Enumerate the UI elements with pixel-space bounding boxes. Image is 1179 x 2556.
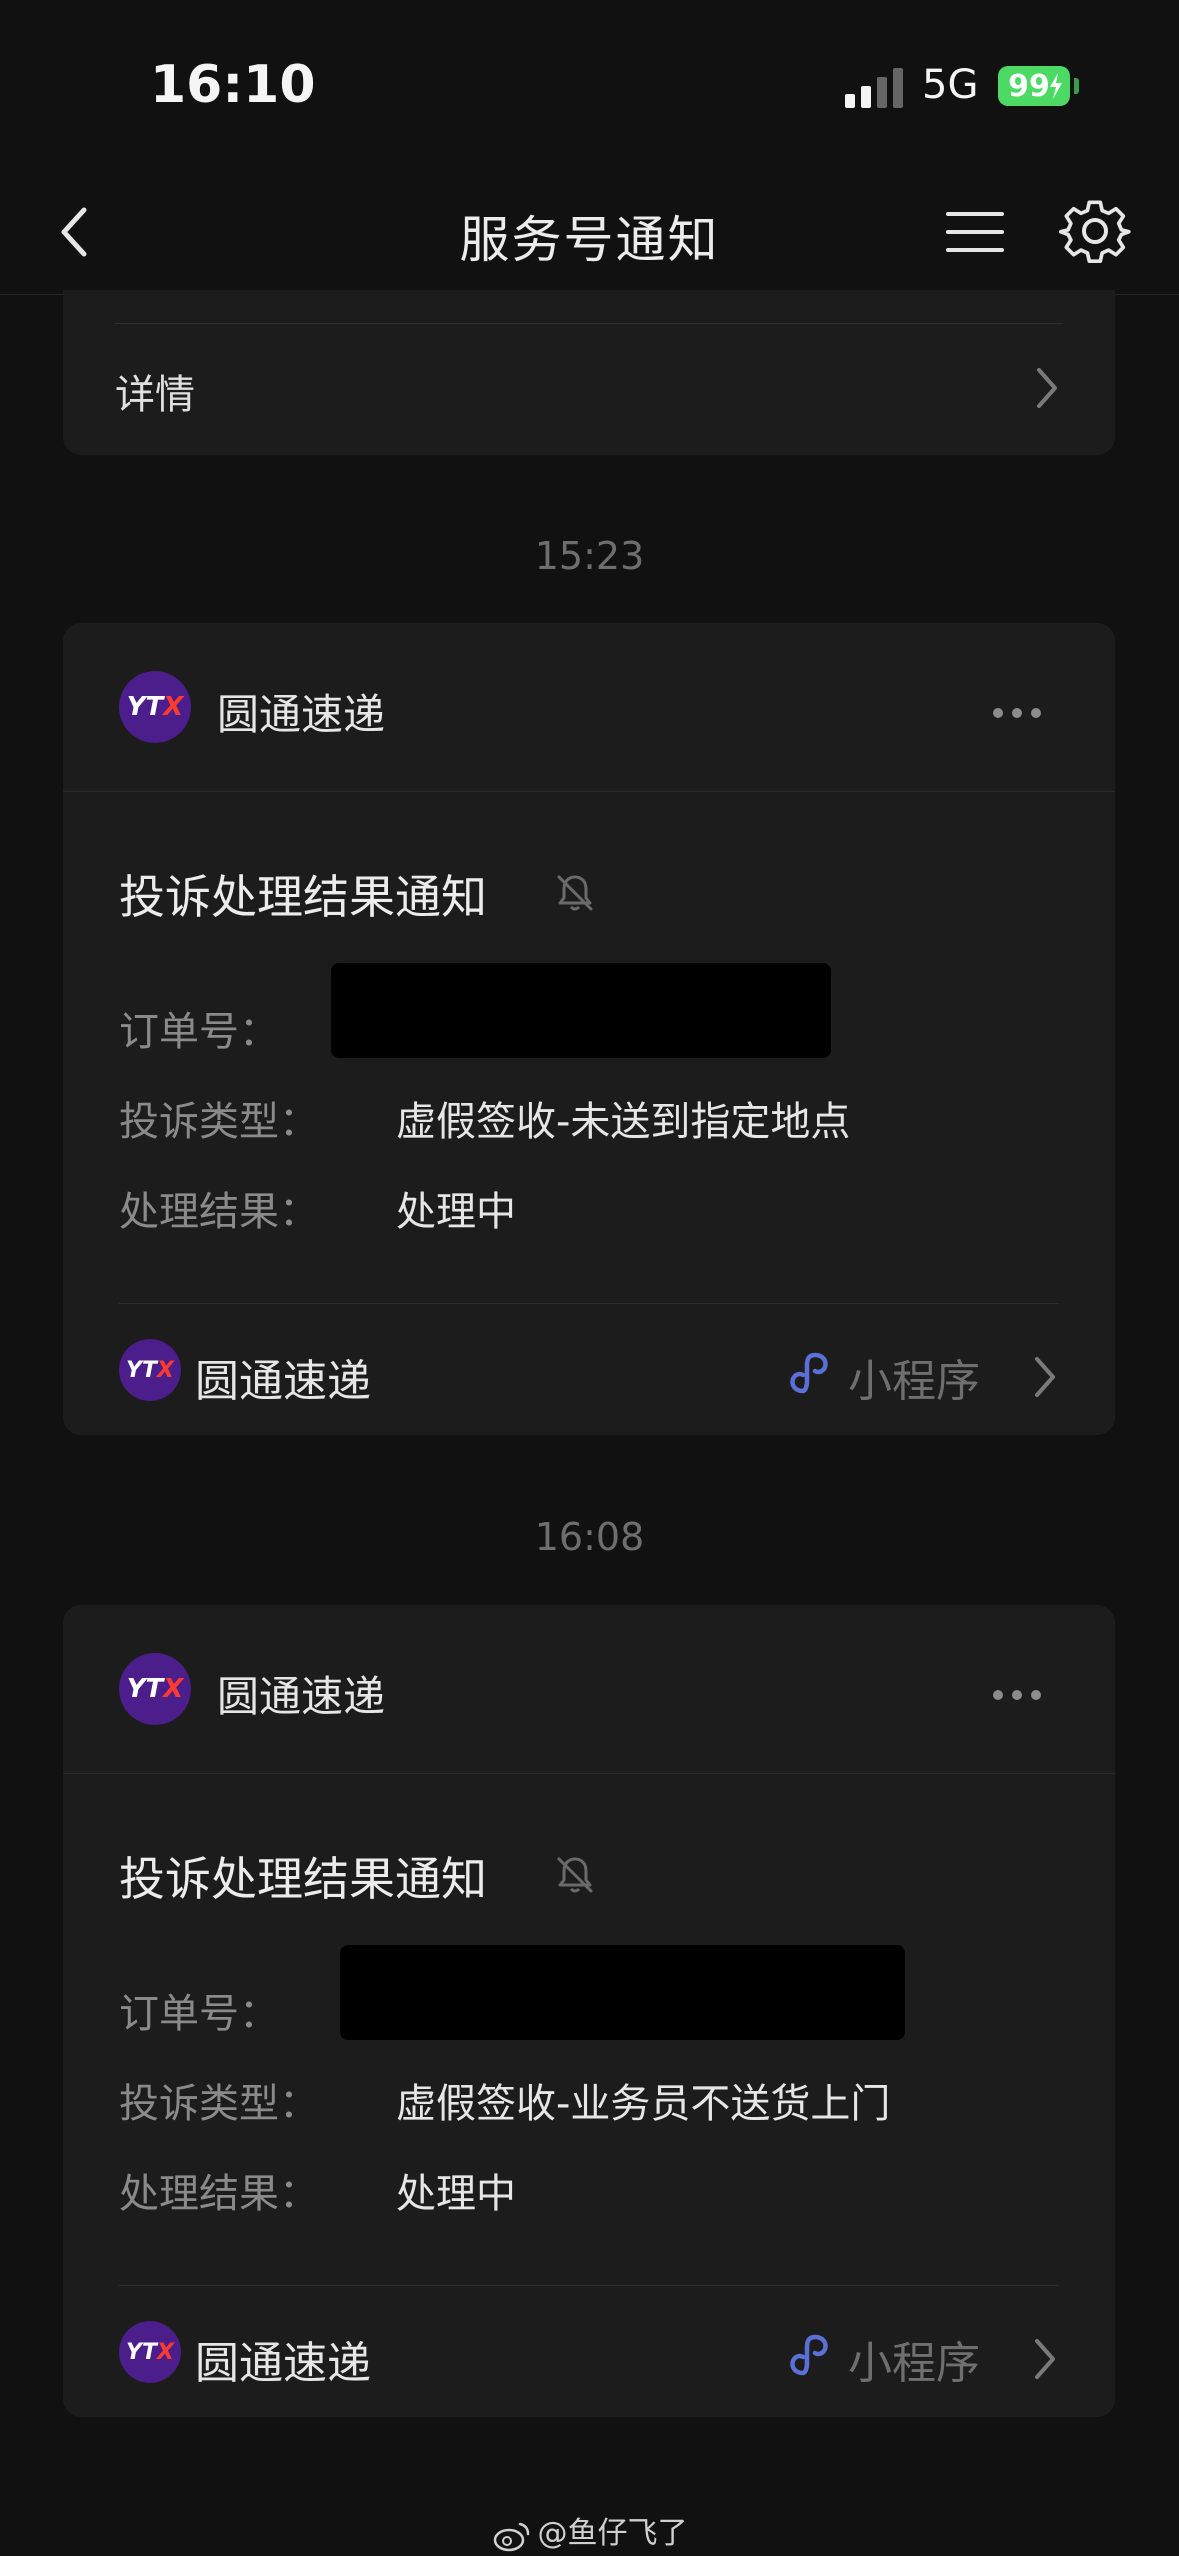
watermark-text: @鱼仔飞了: [537, 2516, 688, 2551]
battery-indicator: 99: [998, 66, 1070, 106]
divider: [119, 2285, 1059, 2286]
watermark: @鱼仔飞了: [0, 2508, 1179, 2552]
complaint-type-label: 投诉类型：: [119, 1099, 319, 1145]
menu-icon[interactable]: [940, 200, 1010, 264]
detail-link-label[interactable]: 详情: [115, 362, 195, 420]
complaint-type-label: 投诉类型：: [119, 2081, 319, 2127]
result-label: 处理结果：: [119, 2171, 319, 2217]
message-card: YT X 圆通速递 投诉处理结果通知 订单号： 投诉类型： 虚假签收-未送到指定地…: [63, 623, 1115, 1435]
sender-name[interactable]: 圆通速递: [217, 1663, 385, 1724]
complaint-type-value: 虚假签收-未送到指定地点: [396, 1099, 851, 1145]
mini-program-name[interactable]: 圆通速递: [195, 1345, 371, 1409]
battery-tip: [1074, 78, 1079, 94]
redacted-order-number: [340, 1945, 905, 2040]
chevron-right-icon[interactable]: [1031, 1353, 1059, 1401]
chevron-right-icon[interactable]: [1033, 364, 1061, 412]
order-number-label: 订单号：: [119, 1009, 279, 1055]
result-label: 处理结果：: [119, 1189, 319, 1235]
footer-logo[interactable]: YT X: [119, 1339, 181, 1401]
battery-level: 99: [1008, 68, 1050, 104]
message-header: YT X 圆通速递: [63, 1605, 1115, 1774]
signal-icon: [845, 68, 903, 108]
message-title: 投诉处理结果通知: [119, 1852, 487, 1906]
charging-bolt-icon: [1050, 73, 1062, 99]
footer-logo[interactable]: YT X: [119, 2321, 181, 2383]
result-value: 处理中: [396, 2171, 516, 2217]
message-title: 投诉处理结果通知: [119, 870, 487, 924]
message-timestamp: 15:23: [534, 534, 645, 578]
more-options-icon[interactable]: [993, 1685, 1053, 1700]
sender-logo[interactable]: YT X: [119, 671, 191, 743]
previous-message-card: 详情: [63, 290, 1115, 455]
message-header: YT X 圆通速递: [63, 623, 1115, 792]
bell-muted-icon[interactable]: [553, 871, 597, 915]
order-number-label: 订单号：: [119, 1991, 279, 2037]
mini-program-name[interactable]: 圆通速递: [195, 2327, 371, 2391]
mini-program-icon[interactable]: [785, 2331, 833, 2379]
mini-program-icon[interactable]: [785, 1349, 833, 1397]
status-time: 16:10: [150, 55, 316, 115]
mini-program-label[interactable]: 小程序: [848, 1345, 980, 1409]
redacted-order-number: [331, 963, 831, 1058]
sender-logo[interactable]: YT X: [119, 1653, 191, 1725]
complaint-type-value: 虚假签收-业务员不送货上门: [396, 2081, 891, 2127]
network-type: 5G: [922, 62, 979, 108]
weibo-icon: [493, 2522, 529, 2551]
divider: [115, 323, 1063, 324]
navigation-bar: 服务号通知: [0, 170, 1179, 295]
gear-icon[interactable]: [1058, 194, 1132, 268]
sender-name[interactable]: 圆通速递: [217, 681, 385, 742]
divider: [119, 1303, 1059, 1304]
more-options-icon[interactable]: [993, 703, 1053, 718]
result-value: 处理中: [396, 1189, 516, 1235]
chevron-right-icon[interactable]: [1031, 2335, 1059, 2383]
message-timestamp: 16:08: [534, 1515, 645, 1559]
mini-program-label[interactable]: 小程序: [848, 2327, 980, 2391]
message-card: YT X 圆通速递 投诉处理结果通知 订单号： 投诉类型： 虚假签收-业务员不送货…: [63, 1605, 1115, 2417]
bell-muted-icon[interactable]: [553, 1853, 597, 1897]
status-bar: 16:10 5G 99: [0, 0, 1179, 170]
